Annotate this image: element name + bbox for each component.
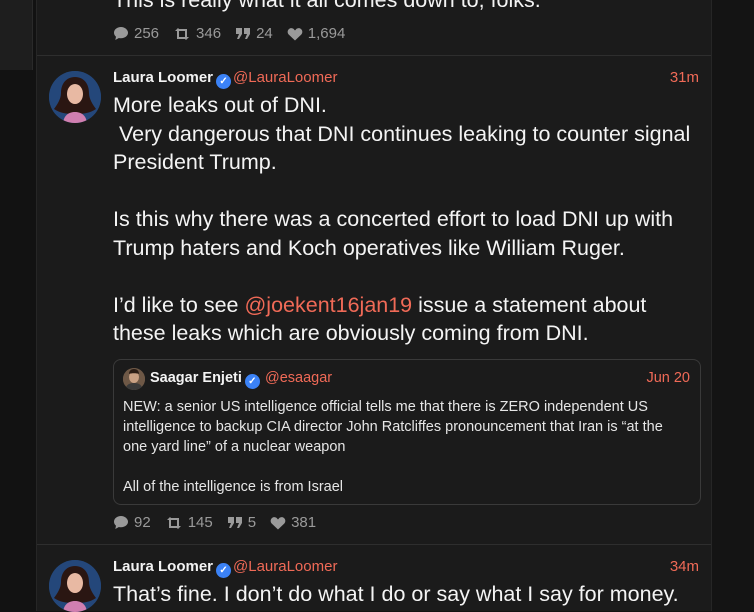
quoted-text: NEW: a senior US intelligence official t…	[123, 399, 663, 495]
reply-button[interactable]: 256	[113, 25, 159, 42]
verified-check-icon: ✓	[244, 374, 260, 389]
like-button[interactable]: 1,694	[287, 25, 346, 42]
left-sidebar-panel	[0, 0, 33, 70]
tweet-timestamp[interactable]: 34m	[670, 558, 699, 575]
profile-photo-icon	[123, 368, 145, 390]
tweet-text: This is really what it all comes down to…	[113, 0, 541, 12]
comment-icon	[114, 516, 128, 529]
author-name-label: Laura Loomer	[113, 558, 214, 575]
quoted-timestamp[interactable]: Jun 20	[646, 370, 690, 386]
comment-icon	[114, 27, 128, 40]
author-name[interactable]: Laura Loomer ✓	[113, 69, 232, 89]
retweet-button[interactable]: 145	[165, 514, 213, 531]
like-count: 1,694	[307, 25, 346, 42]
tweet-text-part1: More leaks out of DNI. Very dangerous th…	[113, 93, 691, 317]
tweet-laura-loomer-1[interactable]: Laura Loomer ✓ @LauraLoomer 31m More leak…	[37, 56, 711, 544]
verified-check-icon: ✓	[216, 563, 232, 578]
quoted-avatar[interactable]	[123, 368, 145, 390]
like-count: 381	[291, 514, 317, 531]
author-handle[interactable]: @LauraLoomer	[233, 69, 337, 86]
tweet-laura-loomer-2[interactable]: Laura Loomer ✓ @LauraLoomer 34m That’s fi…	[37, 545, 711, 612]
avatar[interactable]	[49, 71, 101, 123]
quoted-author-handle[interactable]: @esaagar	[265, 370, 332, 386]
retweet-icon	[166, 516, 181, 529]
quote-count: 24	[256, 25, 273, 42]
quoted-author-name[interactable]: Saagar Enjeti ✓	[150, 370, 260, 389]
retweet-count: 346	[196, 25, 222, 42]
tweet-stats: 92 145 5 381	[113, 514, 330, 531]
quoted-author-name-label: Saagar Enjeti	[150, 370, 242, 386]
quoted-tweet[interactable]: Saagar Enjeti ✓ @esaagar Jun 20 NEW: a se…	[113, 359, 701, 505]
quote-icon	[227, 517, 242, 528]
tweet-text: More leaks out of DNI. Very dangerous th…	[113, 91, 703, 348]
profile-photo-icon	[49, 71, 101, 123]
avatar[interactable]	[49, 560, 101, 612]
tweet-stats: 256 346 24 1,694	[113, 25, 359, 42]
reply-count: 92	[134, 514, 151, 531]
reply-button[interactable]: 92	[113, 514, 151, 531]
tweet-timestamp[interactable]: 31m	[670, 69, 699, 86]
author-name-label: Laura Loomer	[113, 69, 214, 86]
like-button[interactable]: 381	[270, 514, 316, 531]
author-handle[interactable]: @LauraLoomer	[233, 558, 337, 575]
retweet-icon	[175, 27, 190, 40]
mention-link[interactable]: @joekent16jan19	[244, 293, 412, 317]
retweet-button[interactable]: 346	[173, 25, 221, 42]
verified-check-icon: ✓	[216, 74, 232, 89]
author-name[interactable]: Laura Loomer ✓	[113, 558, 232, 578]
tweet-text: That’s fine. I don’t do what I do or say…	[113, 582, 679, 606]
tweet-feed: This is really what it all comes down to…	[36, 0, 712, 612]
profile-photo-icon	[49, 560, 101, 612]
tweet-previous[interactable]: This is really what it all comes down to…	[37, 0, 711, 55]
quote-button[interactable]: 24	[235, 25, 273, 42]
reply-count: 256	[134, 25, 160, 42]
quote-count: 5	[247, 514, 257, 531]
retweet-count: 145	[187, 514, 213, 531]
quote-icon	[236, 28, 251, 39]
heart-icon	[270, 516, 286, 529]
heart-icon	[287, 27, 303, 40]
right-gutter	[710, 0, 754, 611]
quote-button[interactable]: 5	[227, 514, 256, 531]
